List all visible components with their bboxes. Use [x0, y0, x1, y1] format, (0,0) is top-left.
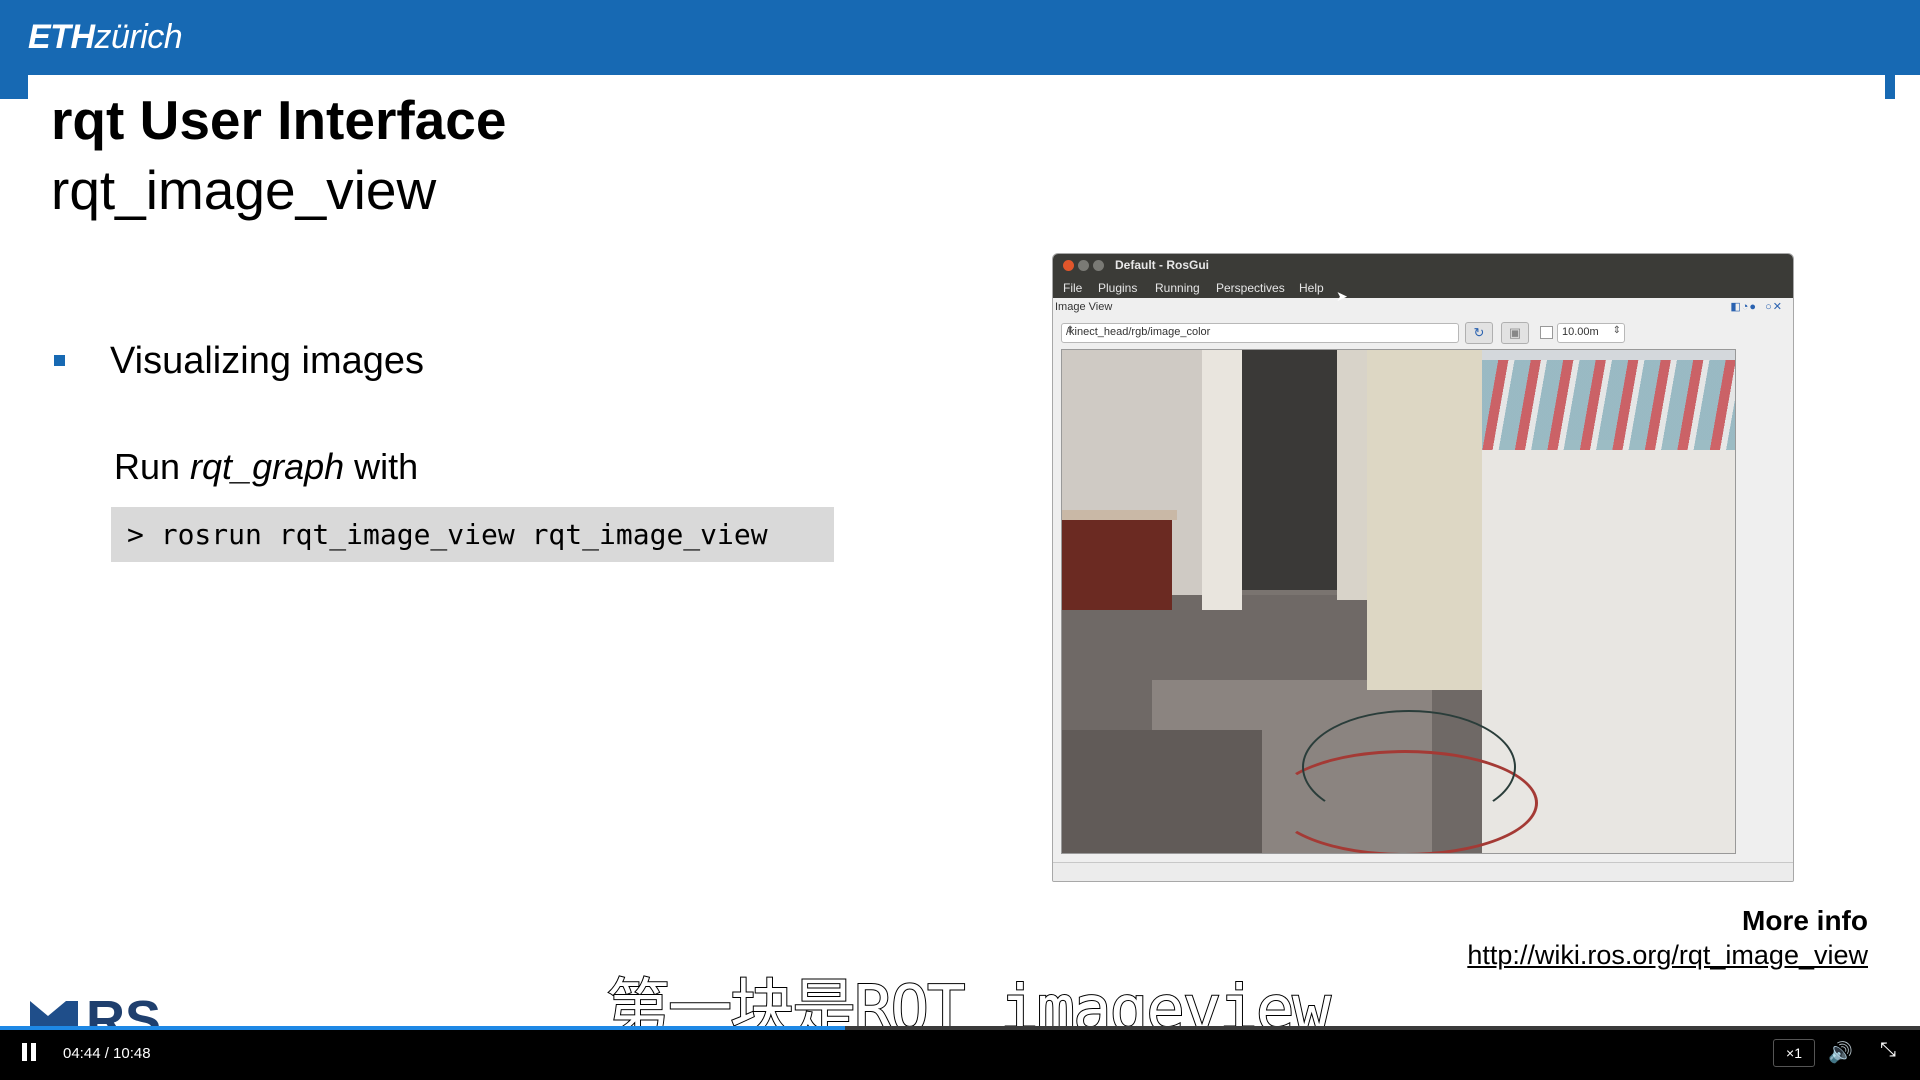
minimize-icon — [1078, 260, 1089, 271]
bullet-marker — [54, 355, 65, 366]
time-display: 04:44 / 10:48 — [63, 1045, 151, 1062]
run-command-name: rqt_graph — [190, 446, 345, 487]
menu-help: Help — [1299, 281, 1324, 295]
progress-bar[interactable] — [0, 1026, 1920, 1030]
rosgui-window-screenshot: Default - RosGui File Plugins Running Pe… — [1052, 253, 1794, 882]
playback-speed-button[interactable]: ×1 — [1773, 1039, 1815, 1067]
video-player-bar: 04:44 / 10:48 ×1 🔊 ⤡ — [0, 1026, 1920, 1080]
refresh-icon: ↻ — [1465, 322, 1493, 344]
progress-fill — [0, 1026, 845, 1030]
code-block: > rosrun rqt_image_view rqt_image_view — [111, 507, 834, 562]
close-icon — [1063, 260, 1074, 271]
rosgui-status-area — [1053, 862, 1793, 881]
header-right-tab — [1885, 75, 1895, 99]
panel-control-icons: ◧◔● ○✕ — [1730, 301, 1783, 313]
rosgui-menubar: File Plugins Running Perspectives Help — [1053, 278, 1793, 298]
spinner-arrows-icon: ⇕ — [1612, 325, 1621, 336]
timeout-field: 10.00m ⇕ — [1557, 323, 1625, 343]
run-instruction: Run rqt_graph with — [114, 446, 419, 487]
header-left-tab — [0, 75, 28, 99]
volume-icon[interactable]: 🔊 — [1828, 1040, 1853, 1065]
pause-icon — [22, 1043, 27, 1061]
checkbox — [1540, 326, 1553, 339]
exit-fullscreen-icon[interactable]: ⤡ — [1880, 1039, 1896, 1062]
rosgui-window-title: Default - RosGui — [1115, 258, 1210, 272]
more-info-link[interactable]: http://wiki.ros.org/rqt_image_view — [1467, 940, 1868, 971]
maximize-icon — [1093, 260, 1104, 271]
menu-perspectives: Perspectives — [1216, 281, 1285, 295]
spinner-arrows-icon: ⇕ — [1066, 325, 1075, 336]
camera-image — [1061, 349, 1736, 854]
svg-text:RS: RS — [86, 996, 161, 1028]
image-view-panel-label: Image View — [1055, 301, 1113, 313]
more-info-label: More info — [1742, 905, 1868, 936]
menu-plugins: Plugins — [1098, 281, 1138, 295]
topic-selector: /kinect_head/rgb/image_color ⇕ — [1061, 323, 1459, 343]
code-text: > rosrun rqt_image_view rqt_image_view — [127, 518, 768, 551]
pause-button[interactable] — [20, 1043, 40, 1063]
menu-file: File — [1063, 281, 1083, 295]
bullet-text: Visualizing images — [110, 340, 425, 382]
rosgui-titlebar: Default - RosGui — [1053, 254, 1793, 278]
slide-title: rqt User Interface — [51, 89, 507, 151]
slide-subtitle: rqt_image_view — [51, 159, 437, 221]
ros-logo: RS — [28, 996, 183, 1028]
pause-icon — [31, 1043, 36, 1061]
save-image-icon: ▣ — [1501, 322, 1529, 344]
menu-running: Running — [1155, 281, 1200, 295]
eth-header-bar: ETHzürich — [0, 0, 1920, 99]
eth-logo: ETHzürich — [28, 18, 183, 56]
mouse-cursor-icon: ➤ — [1336, 288, 1348, 304]
